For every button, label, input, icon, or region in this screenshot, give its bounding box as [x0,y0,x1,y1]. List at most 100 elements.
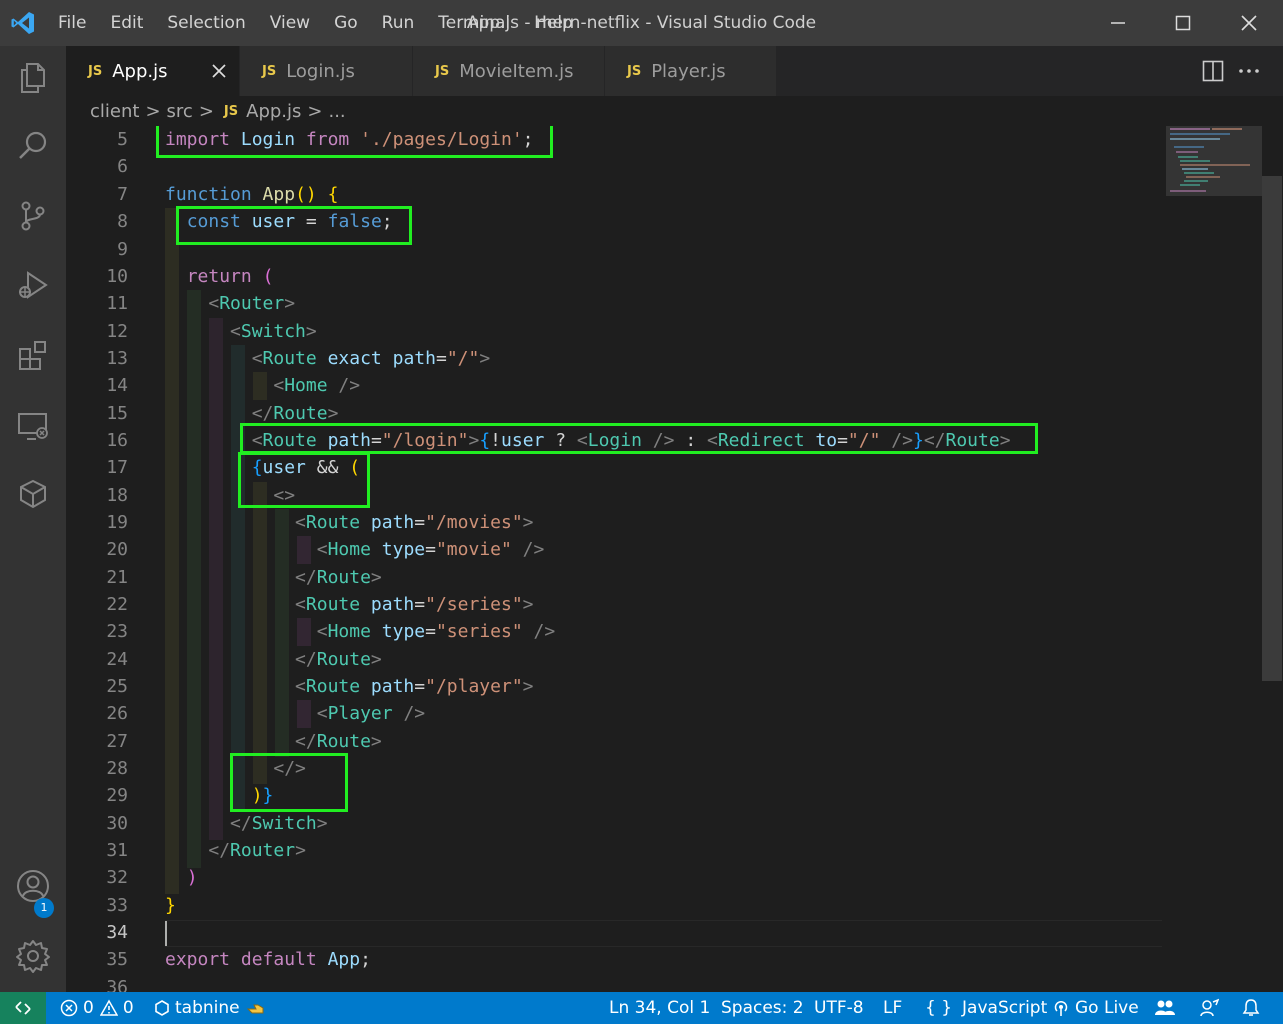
menu-selection[interactable]: Selection [155,0,257,46]
go-live-button[interactable]: Go Live [1052,992,1139,1024]
split-editor-button[interactable] [1202,60,1224,86]
vertical-scrollbar[interactable] [1262,176,1282,681]
menu-file[interactable]: File [46,0,98,46]
problems-indicator[interactable]: 0 0 [60,992,134,1024]
activity-bar: 1 [0,46,66,992]
bell-icon [1242,999,1260,1016]
extensions-icon [19,341,46,370]
code-line: 20 <Home type="movie" /> [106,539,545,560]
encoding-setting[interactable]: UTF-8 [814,992,864,1024]
close-tab-icon[interactable] [211,63,227,79]
breadcrumb-src[interactable]: src [167,101,193,122]
title-bar: File Edit Selection View Go Run Terminal… [0,0,1283,46]
broadcast-icon [1054,1000,1068,1016]
search-button[interactable] [0,116,66,176]
files-icon [21,63,45,93]
remote-explorer-button[interactable] [0,396,66,456]
tab-label: MovieItem.js [459,60,574,82]
error-icon [60,999,78,1017]
code-line: 31 </Router> [106,840,306,861]
minimize-button[interactable] [1085,0,1151,46]
notifications-button[interactable] [1242,992,1260,1024]
extensions-button[interactable] [0,326,66,386]
live-share-button[interactable] [1154,992,1176,1024]
indentation-setting[interactable]: Spaces: 2 [721,992,804,1024]
menu-edit[interactable]: Edit [98,0,155,46]
code-line: 17 {user && ( [106,457,361,478]
code-line: 16 <Route path="/login">{!user ? <Login … [106,430,1011,451]
code-line: 23 <Home type="series" /> [106,621,556,642]
code-line: 18 <> [106,485,296,506]
remote-icon [15,1001,31,1015]
warning-count: 0 [122,998,134,1018]
breadcrumb: client > src > JS App.js > ... [66,96,1283,126]
code-line: 27 </Route> [106,731,382,752]
status-bar: 0 0 tabnine Ln 34, Col 1 Spaces: 2 UTF-8… [0,992,1283,1024]
cube-icon [20,479,46,509]
js-file-icon: JS [627,63,642,79]
breadcrumb-file[interactable]: App.js [246,101,301,122]
minimap[interactable] [1166,126,1262,196]
menu-view[interactable]: View [258,0,322,46]
run-debug-button[interactable] [0,256,66,316]
breadcrumb-client[interactable]: client [90,101,139,122]
js-file-icon: JS [435,63,450,79]
explorer-button[interactable] [0,48,66,108]
code-line: 30 </Switch> [106,813,328,834]
accounts-button[interactable]: 1 [0,856,66,918]
code-line: 25 <Route path="/player"> [106,676,534,697]
maximize-button[interactable] [1150,0,1216,46]
code-line: 33} [106,895,176,916]
tabnine-label: tabnine [175,998,240,1018]
language-label: JavaScript [962,998,1048,1018]
code-line: 24 </Route> [106,649,382,670]
error-count: 0 [83,998,94,1018]
tabnine-status[interactable]: tabnine [154,992,266,1024]
tab-player-js[interactable]: JS Player.js [605,46,777,96]
menu-go[interactable]: Go [322,0,370,46]
feedback-button[interactable] [1199,992,1219,1024]
remote-explorer-icon [18,413,48,440]
code-editor[interactable]: 5 import Login from './pages/Login'; 6 7f… [66,126,1283,992]
close-window-button[interactable] [1216,0,1282,46]
split-editor-icon [1202,60,1224,82]
code-line: 10 return ( [106,266,274,287]
code-line: 22 <Route path="/series"> [106,594,534,615]
more-actions-button[interactable] [1238,60,1260,86]
feedback-icon [1200,998,1219,1017]
code-line: 19 <Route path="/movies"> [106,512,534,533]
menu-terminal[interactable]: Terminal [426,0,522,46]
breadcrumb-separator: > [198,100,214,122]
code-line: 35 export default App; [106,949,371,970]
docker-button[interactable] [0,464,66,524]
manage-button[interactable] [0,926,66,986]
tab-login-js[interactable]: JS Login.js [240,46,413,96]
code-line: 11 <Router> [106,293,296,314]
breadcrumb-separator: > [145,100,161,122]
tab-movieitem-js[interactable]: JS MovieItem.js [413,46,605,96]
language-mode[interactable]: { } JavaScript [925,992,1047,1024]
breadcrumb-symbol[interactable]: ... [328,101,345,122]
code-line: 5 import Login from './pages/Login'; [117,129,534,150]
cursor-position[interactable]: Ln 34, Col 1 [609,992,710,1024]
tabnine-icon [155,1000,169,1016]
breadcrumb-separator: > [307,100,323,122]
code-line: 21 </Route> [106,567,382,588]
remote-indicator-button[interactable] [0,992,46,1024]
tab-bar: JS App.js JS Login.js JS MovieItem.js JS… [66,46,1283,96]
vscode-logo-icon [0,0,46,46]
code-line: 12 <Switch> [106,321,317,342]
js-file-icon: JS [223,103,239,119]
code-line: 32 ) [106,867,198,888]
eol-setting[interactable]: LF [883,992,902,1024]
go-live-label: Go Live [1075,998,1139,1018]
code-line: 13 <Route exact path="/"> [106,348,491,369]
menu-run[interactable]: Run [370,0,427,46]
source-control-button[interactable] [0,186,66,246]
code-line: 26 <Player /> [106,703,426,724]
menu-help[interactable]: Help [522,0,585,46]
hand-pointer-icon [246,1004,264,1014]
close-icon [1241,15,1257,31]
code-line: 15 </Route> [106,403,339,424]
tab-app-js[interactable]: JS App.js [66,46,240,96]
